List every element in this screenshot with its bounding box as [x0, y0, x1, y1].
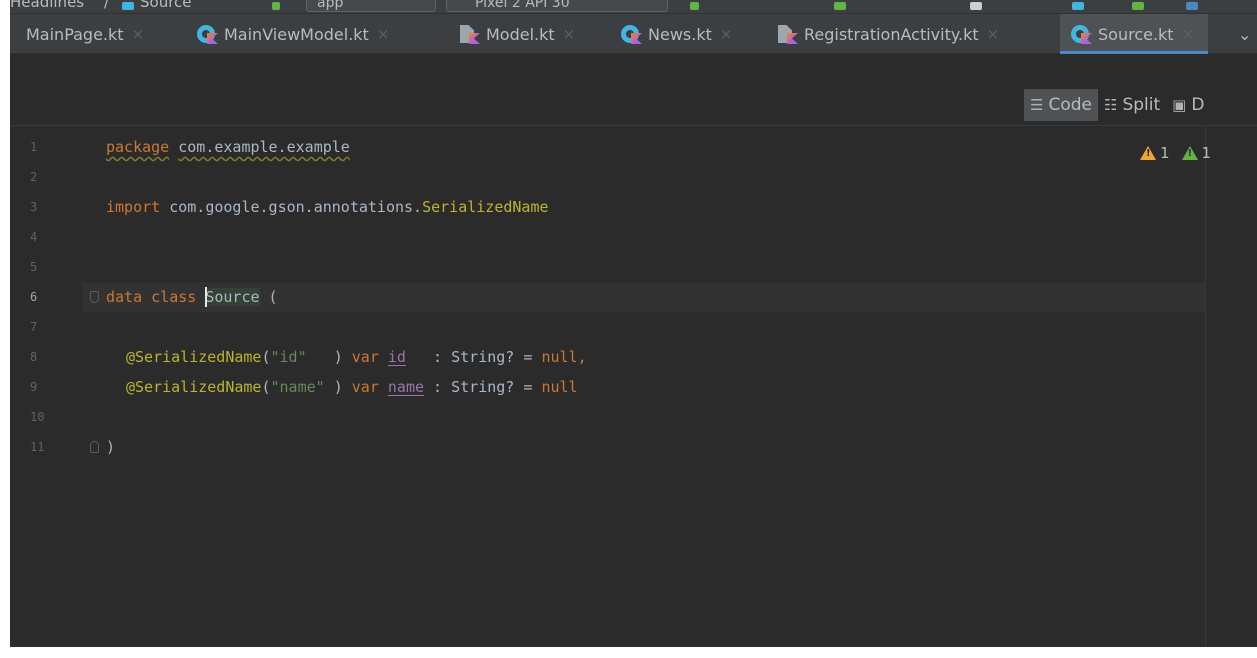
- line-number: 4: [30, 230, 38, 244]
- code-line-9: @SerializedName("name" ) var name : Stri…: [126, 378, 578, 396]
- design-view-button[interactable]: ▣ D: [1166, 89, 1210, 121]
- line-number: 7: [30, 320, 38, 334]
- tab-overflow-button[interactable]: ⌄: [1238, 14, 1251, 54]
- tab-mainpage[interactable]: MainPage.kt ×: [26, 14, 152, 54]
- warning-count: 1: [1160, 144, 1170, 162]
- debug-icon[interactable]: [834, 2, 846, 10]
- inspections-widget[interactable]: 1 1: [1140, 143, 1211, 163]
- weak-warning-icon: [1181, 146, 1198, 160]
- tab-mainviewmodel[interactable]: MainViewModel.kt ×: [196, 14, 397, 54]
- tab-label: Model.kt: [486, 24, 555, 44]
- weak-warning-count: 1: [1201, 144, 1212, 162]
- tab-label: MainViewModel.kt: [224, 24, 369, 44]
- split-view-icon: ☷: [1103, 96, 1118, 114]
- tab-source[interactable]: Source.kt ×: [1060, 14, 1209, 54]
- tab-label: RegistrationActivity.kt: [804, 24, 979, 44]
- close-icon[interactable]: ×: [563, 25, 576, 43]
- gradle-icon[interactable]: [1186, 2, 1198, 10]
- view-mode-toggle: ☰ Code ☷ Split ▣ D: [1024, 89, 1210, 121]
- close-icon[interactable]: ×: [720, 25, 733, 43]
- module-selector[interactable]: app: [306, 0, 436, 12]
- tab-label: News.kt: [648, 24, 712, 44]
- code-line-11: ): [106, 438, 116, 456]
- close-icon[interactable]: ×: [377, 25, 390, 43]
- kotlin-class-icon: [1070, 24, 1092, 44]
- tab-model[interactable]: Model.kt ×: [458, 14, 583, 54]
- kotlin-file-icon: [458, 24, 480, 44]
- warning-icon: [1140, 146, 1156, 160]
- tab-label: Source.kt: [1098, 24, 1174, 44]
- line-number: 10: [30, 410, 45, 424]
- code-line-3: import com.google.gson.annotations.Seria…: [106, 198, 549, 216]
- kotlin-class-icon: [196, 24, 218, 44]
- line-number: 11: [30, 440, 45, 454]
- run-config-icon: [272, 2, 280, 10]
- line-number: 9: [30, 380, 38, 394]
- ide-window: Headlines / Source app Pixel 2 API 30 Ma…: [10, 0, 1257, 647]
- close-icon[interactable]: ×: [987, 25, 1000, 43]
- kotlin-file-icon: [776, 24, 798, 44]
- right-margin-guide: [1205, 127, 1206, 647]
- editor-header: ☰ Code ☷ Split ▣ D: [10, 55, 1257, 126]
- code-editor[interactable]: 1 2 3 4 5 6 7 8 9 10 11 package com.exam…: [10, 127, 1257, 647]
- line-number: 3: [30, 200, 38, 214]
- device-selector[interactable]: Pixel 2 API 30: [446, 0, 668, 12]
- close-icon[interactable]: ×: [1182, 25, 1195, 43]
- main-toolbar: Headlines / Source app Pixel 2 API 30: [10, 0, 1257, 14]
- close-icon[interactable]: ×: [132, 25, 145, 43]
- device-manager-icon[interactable]: [1072, 2, 1084, 10]
- breadcrumb-file[interactable]: Source: [140, 0, 192, 11]
- code-line-1: package com.example.example: [106, 138, 350, 156]
- tab-label: MainPage.kt: [26, 24, 124, 44]
- code-line-8: @SerializedName("id" ) var id : String? …: [126, 348, 587, 366]
- run-icon[interactable]: [690, 2, 699, 10]
- kotlin-class-icon: [620, 24, 642, 44]
- text-caret: [205, 286, 208, 307]
- sync-icon[interactable]: [970, 2, 982, 10]
- fold-marker-icon[interactable]: [90, 441, 99, 453]
- code-line-6: data class Source (: [106, 286, 278, 307]
- breadcrumb-project[interactable]: Headlines: [10, 0, 84, 11]
- line-number-gutter[interactable]: 1 2 3 4 5 6 7 8 9 10 11: [10, 127, 82, 647]
- code-view-button[interactable]: ☰ Code: [1024, 89, 1098, 121]
- line-number: 8: [30, 350, 38, 364]
- fold-gutter: [82, 127, 106, 647]
- line-number: 5: [30, 260, 38, 274]
- image-icon: ▣: [1172, 96, 1187, 114]
- sdk-manager-icon[interactable]: [1132, 2, 1144, 10]
- fold-marker-icon[interactable]: [90, 291, 99, 303]
- split-view-button[interactable]: ☷ Split: [1098, 89, 1166, 121]
- tab-registrationactivity[interactable]: RegistrationActivity.kt ×: [776, 14, 1007, 54]
- chevron-down-icon: ⌄: [1238, 24, 1252, 44]
- kotlin-class-icon: [122, 2, 134, 10]
- editor-tabs: MainPage.kt × MainViewModel.kt × Model.k…: [10, 14, 1257, 54]
- line-number: 1: [30, 140, 38, 154]
- code-view-icon: ☰: [1030, 96, 1044, 114]
- line-number-current: 6: [30, 290, 38, 304]
- line-number: 2: [30, 170, 38, 184]
- tab-news[interactable]: News.kt ×: [620, 14, 740, 54]
- breadcrumb-separator: /: [104, 0, 110, 11]
